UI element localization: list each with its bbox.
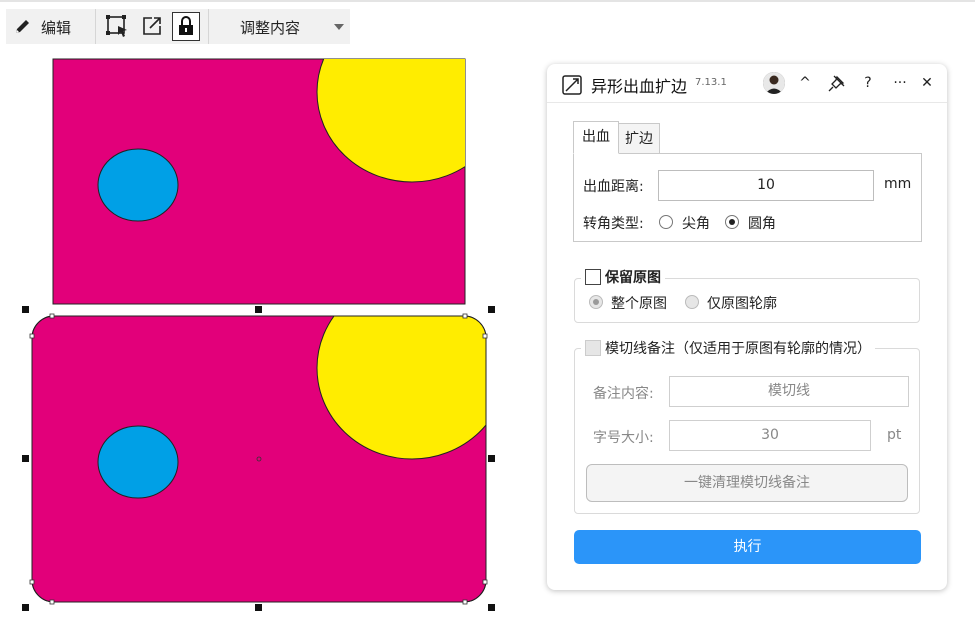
font-size-label: 字号大小: [593,430,654,446]
property-toolbar: 编辑 调整内容 [6,9,350,44]
original-artwork[interactable] [52,50,507,305]
tab-bleed[interactable]: 出血 [573,121,619,154]
drawing-canvas[interactable] [0,50,520,630]
note-content-input[interactable]: 模切线 [669,376,909,407]
bleed-distance-unit: mm [884,176,912,192]
export-icon[interactable] [140,14,164,38]
corner-sharp-radio[interactable] [659,215,673,229]
pencil-icon [16,20,29,33]
corner-round-radio[interactable] [725,215,739,229]
close-button[interactable]: ✕ [916,72,938,94]
clean-die-line-notes-button[interactable]: 一键清理模切线备注 [586,464,908,502]
toolbar-separator [208,9,209,44]
whole-original-label: 整个原图 [611,296,667,312]
bleed-tab-content: 出血距离: 10 mm 转角类型: 尖角 圆角 [573,153,922,242]
corner-type-label: 转角类型: [583,216,644,232]
keep-original-checkbox[interactable] [585,269,601,285]
version-label: 7.13.1 [695,77,727,88]
plugin-logo-icon [562,75,582,95]
note-content-label: 备注内容: [593,386,654,402]
corner-sharp-label: 尖角 [682,216,710,232]
user-icon [763,72,785,94]
select-frame-icon[interactable] [105,14,129,38]
outline-only-label: 仅原图轮廓 [707,296,777,312]
lock-icon [179,16,193,35]
collapse-button[interactable]: ^ [794,72,816,94]
die-line-note-label: 模切线备注（仅适用于原图有轮廓的情况） [605,341,871,357]
outline-only-radio[interactable] [685,295,699,309]
die-line-note-checkbox[interactable] [585,340,601,356]
header-divider [547,102,947,103]
bleed-extend-panel: 异形出血扩边 7.13.1 ^ ? ··· ✕ 出血 扩边 出血距离: 10 m… [547,64,947,590]
blue-ellipse [97,148,179,222]
bleed-artwork[interactable] [31,277,507,603]
user-avatar[interactable] [763,72,785,94]
font-size-unit: pt [887,427,902,443]
top-border [0,0,975,2]
lock-button[interactable] [172,12,200,41]
pin-icon[interactable] [826,72,848,94]
edit-label: 编辑 [41,19,72,37]
corner-round-label: 圆角 [748,216,776,232]
chevron-down-icon[interactable] [334,24,344,30]
keep-original-label: 保留原图 [605,270,661,286]
blue-ellipse [97,425,179,499]
help-button[interactable]: ? [857,72,879,94]
panel-title: 异形出血扩边 [591,77,688,96]
edit-button[interactable]: 编辑 [6,9,94,44]
bleed-distance-label: 出血距离: [583,179,644,195]
more-button[interactable]: ··· [889,72,911,94]
execute-button[interactable]: 执行 [574,530,921,564]
whole-original-radio[interactable] [589,295,603,309]
die-line-note-title: 模切线备注（仅适用于原图有轮廓的情况） [581,338,875,358]
adjust-content-dropdown[interactable]: 调整内容 [240,17,300,38]
font-size-input[interactable]: 30 [669,420,871,451]
toolbar-separator [95,9,96,44]
bleed-distance-input[interactable]: 10 [658,170,874,201]
tab-extend[interactable]: 扩边 [618,123,660,154]
